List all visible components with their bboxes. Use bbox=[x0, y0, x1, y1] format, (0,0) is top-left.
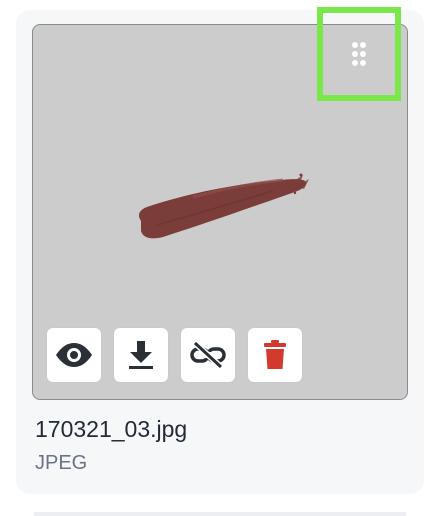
thumbnail-actions bbox=[46, 327, 303, 383]
file-type: JPEG bbox=[35, 452, 88, 474]
unlink-button[interactable] bbox=[180, 327, 236, 383]
drag-handle[interactable] bbox=[317, 7, 401, 101]
drag-dots-icon bbox=[352, 42, 366, 66]
preview-button[interactable] bbox=[46, 327, 102, 383]
file-name: 170321_03.jpg bbox=[35, 416, 188, 442]
eye-icon bbox=[56, 343, 92, 367]
delete-button[interactable] bbox=[247, 327, 303, 383]
trash-icon bbox=[264, 340, 286, 369]
download-button[interactable] bbox=[113, 327, 169, 383]
download-icon bbox=[129, 341, 153, 369]
unlink-icon bbox=[190, 340, 226, 370]
next-card-edge bbox=[34, 512, 406, 516]
